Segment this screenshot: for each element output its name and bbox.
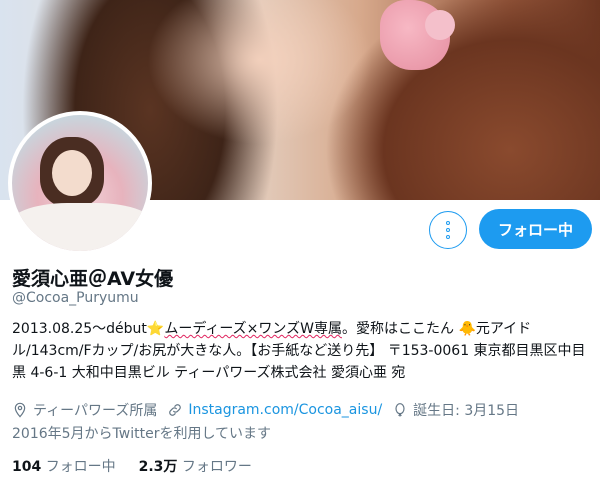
- location-text: ティーパワーズ所属: [33, 403, 158, 419]
- avatar-pillow: [12, 203, 148, 251]
- user-handle: @Cocoa_Puryumu: [12, 290, 139, 306]
- joined-text: 2016年5月からTwitterを利用しています: [12, 426, 272, 442]
- avatar-face: [52, 150, 92, 196]
- avatar[interactable]: [8, 111, 152, 255]
- display-name: 愛須心亜＠AV女優: [12, 268, 174, 290]
- more-icon-dot: [446, 228, 450, 232]
- following-stat[interactable]: 104 フォロー中: [12, 459, 116, 475]
- star-emoji: ⭐: [146, 321, 165, 337]
- more-icon-dot: [446, 235, 450, 239]
- link-icon: [169, 404, 182, 416]
- joined-row: 2016年5月からTwitterを利用しています: [12, 423, 271, 443]
- bio: 2013.08.25～début⭐ムーディーズ×ワンズW専属。愛称はここたん 🐥…: [12, 318, 592, 384]
- chick-emoji: 🐥: [458, 321, 476, 337]
- following-label: フォロー中: [45, 459, 116, 475]
- birthday-text: 誕生日: 3月15日: [413, 403, 520, 419]
- website-link[interactable]: Instagram.com/Cocoa_aisu/: [188, 402, 382, 418]
- balloon-icon: [395, 403, 405, 417]
- followers-stat[interactable]: 2.3万 フォロワー: [139, 459, 252, 475]
- location-icon: [14, 402, 26, 418]
- following-button[interactable]: フォロー中: [479, 209, 592, 249]
- profile-meta: ティーパワーズ所属 Instagram.com/Cocoa_aisu/ 誕生日:…: [12, 400, 519, 420]
- bio-text: 2013.08.25～début: [12, 321, 147, 337]
- banner-ribbon-knot: [425, 10, 455, 40]
- following-count: 104: [12, 459, 42, 475]
- bio-highlight: ムーディーズ×ワンズW専属: [164, 321, 342, 337]
- bio-text: 。愛称はここたん: [341, 321, 459, 337]
- follow-stats: 104 フォロー中 2.3万 フォロワー: [12, 456, 252, 476]
- more-button[interactable]: [429, 211, 467, 249]
- followers-count: 2.3万: [138, 459, 178, 475]
- more-icon: [446, 221, 450, 225]
- followers-label: フォロワー: [181, 459, 252, 475]
